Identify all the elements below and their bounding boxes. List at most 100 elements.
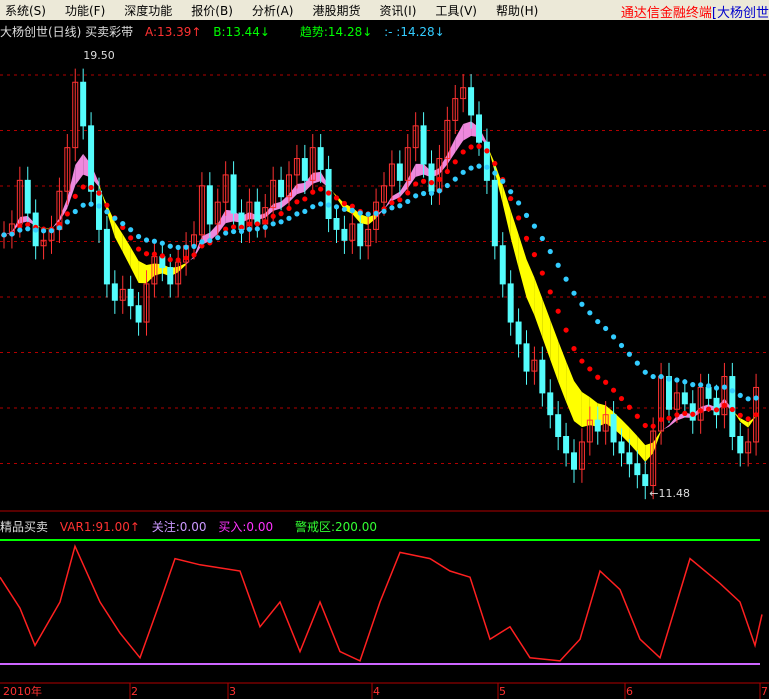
watch-value: 关注:0.00 xyxy=(151,520,207,534)
ma-cyan-dot xyxy=(666,376,672,382)
line-a: A:13.39↑ xyxy=(145,25,202,39)
candle-body xyxy=(547,392,554,416)
ma-cyan-dot xyxy=(72,208,78,215)
ma-cyan-dot xyxy=(357,210,363,216)
ma-red-dot xyxy=(523,235,530,241)
candle-body xyxy=(610,414,617,443)
ma-cyan-dot xyxy=(40,228,47,234)
main-title: 大杨创世(日线) 买卖彩带 xyxy=(0,25,134,39)
ma-red-dot xyxy=(721,402,728,408)
ma-red-dot xyxy=(452,159,458,165)
ma-cyan-dot xyxy=(143,237,150,243)
ma-red-dot xyxy=(262,219,268,225)
ma-red-dot xyxy=(246,221,253,227)
candle-body xyxy=(167,267,174,285)
ma-cyan-dot xyxy=(539,235,545,242)
ma-cyan-dot xyxy=(325,202,332,208)
ma-red-dot xyxy=(428,180,435,186)
candle-body xyxy=(491,179,498,247)
ma-cyan-dot xyxy=(64,219,70,225)
var1-line xyxy=(0,543,763,662)
ma-red-dot xyxy=(143,251,150,257)
candle-body xyxy=(278,179,285,198)
ma-red-dot xyxy=(547,289,553,295)
ma-cyan-dot xyxy=(230,228,237,235)
ma-red-dot xyxy=(515,215,522,221)
ma-cyan-dot xyxy=(650,373,656,380)
ma-red-dot xyxy=(563,327,569,333)
ribbon-segment xyxy=(621,419,630,444)
ma-cyan-dot xyxy=(278,219,284,225)
ma-red-dot xyxy=(135,246,142,252)
ma-red-dot xyxy=(318,186,324,192)
ma-cyan-dot xyxy=(302,208,308,215)
ma-red-dot xyxy=(674,412,680,418)
stock-chart[interactable]: 19.50 ←11.48 2010年 2 3 4 5 6 7 xyxy=(0,0,769,699)
ma-cyan-dot xyxy=(595,318,601,325)
ma-red-dot xyxy=(128,235,134,241)
high-price-label: 19.50 xyxy=(83,49,115,62)
ma-cyan-dot xyxy=(333,204,340,210)
ma-red-dot xyxy=(650,423,656,429)
ma-cyan-dot xyxy=(223,230,229,236)
ribbon-segment xyxy=(75,153,84,186)
ma-red-dot xyxy=(444,168,450,175)
ribbon-segment xyxy=(312,171,321,184)
candle-body xyxy=(563,436,570,454)
candle-body xyxy=(341,228,348,241)
ma-red-dot xyxy=(531,252,538,258)
ma-red-dot xyxy=(634,413,640,419)
candle-body xyxy=(539,359,546,394)
ma-red-dot xyxy=(666,415,672,421)
candle-body xyxy=(230,174,237,214)
ribbon-segment xyxy=(534,277,543,338)
ma-cyan-dot xyxy=(753,395,759,401)
candle-body xyxy=(737,436,744,454)
ma-cyan-dot xyxy=(318,201,324,207)
ma-red-dot xyxy=(72,193,78,199)
ma-cyan-dot xyxy=(515,200,522,206)
ma-cyan-dot xyxy=(444,182,450,189)
ma-cyan-dot xyxy=(745,396,751,402)
candle-body xyxy=(515,321,522,345)
var1-value: VAR1:91.00↑ xyxy=(59,520,140,534)
candle-body xyxy=(428,163,435,192)
ribbon-segment xyxy=(19,215,28,224)
ribbon-segment xyxy=(581,392,590,428)
candle-body xyxy=(127,288,134,307)
candle-body xyxy=(507,283,514,323)
ma-cyan-dot xyxy=(270,221,276,227)
ma-cyan-dot xyxy=(373,210,379,216)
ma-red-dot xyxy=(705,406,712,412)
ma-cyan-dot xyxy=(468,165,474,171)
ma-cyan-dot xyxy=(555,262,561,268)
ma-cyan-dot xyxy=(365,211,371,217)
ribbon-segment xyxy=(653,430,662,454)
ma-cyan-dot xyxy=(571,290,577,296)
ma-red-dot xyxy=(698,408,704,414)
ma-cyan-dot xyxy=(674,377,680,383)
ma-cyan-dot xyxy=(579,301,585,307)
candle-body xyxy=(396,163,403,181)
ribbon-segment xyxy=(526,259,535,316)
ma-cyan-dot xyxy=(397,203,403,209)
candle-body xyxy=(626,452,633,465)
ribbon-segment xyxy=(67,164,76,209)
ma-red-dot xyxy=(341,200,348,207)
ma-cyan-dot xyxy=(713,385,720,391)
ma-red-dot xyxy=(151,251,158,257)
ma-red-dot xyxy=(310,189,316,195)
candle-body xyxy=(333,218,340,230)
ma-cyan-dot xyxy=(96,203,102,209)
candle-body xyxy=(357,223,364,247)
ma-cyan-dot xyxy=(104,209,110,215)
ma-cyan-dot xyxy=(721,384,728,390)
candle-body xyxy=(555,414,562,438)
ma-cyan-dot xyxy=(690,382,696,388)
ma-red-dot xyxy=(508,195,514,202)
ma-cyan-dot xyxy=(238,228,245,235)
ma-cyan-dot xyxy=(9,231,15,237)
ma-cyan-dot xyxy=(159,240,165,246)
candle-body xyxy=(96,190,102,230)
ma-cyan-dot xyxy=(341,206,348,212)
